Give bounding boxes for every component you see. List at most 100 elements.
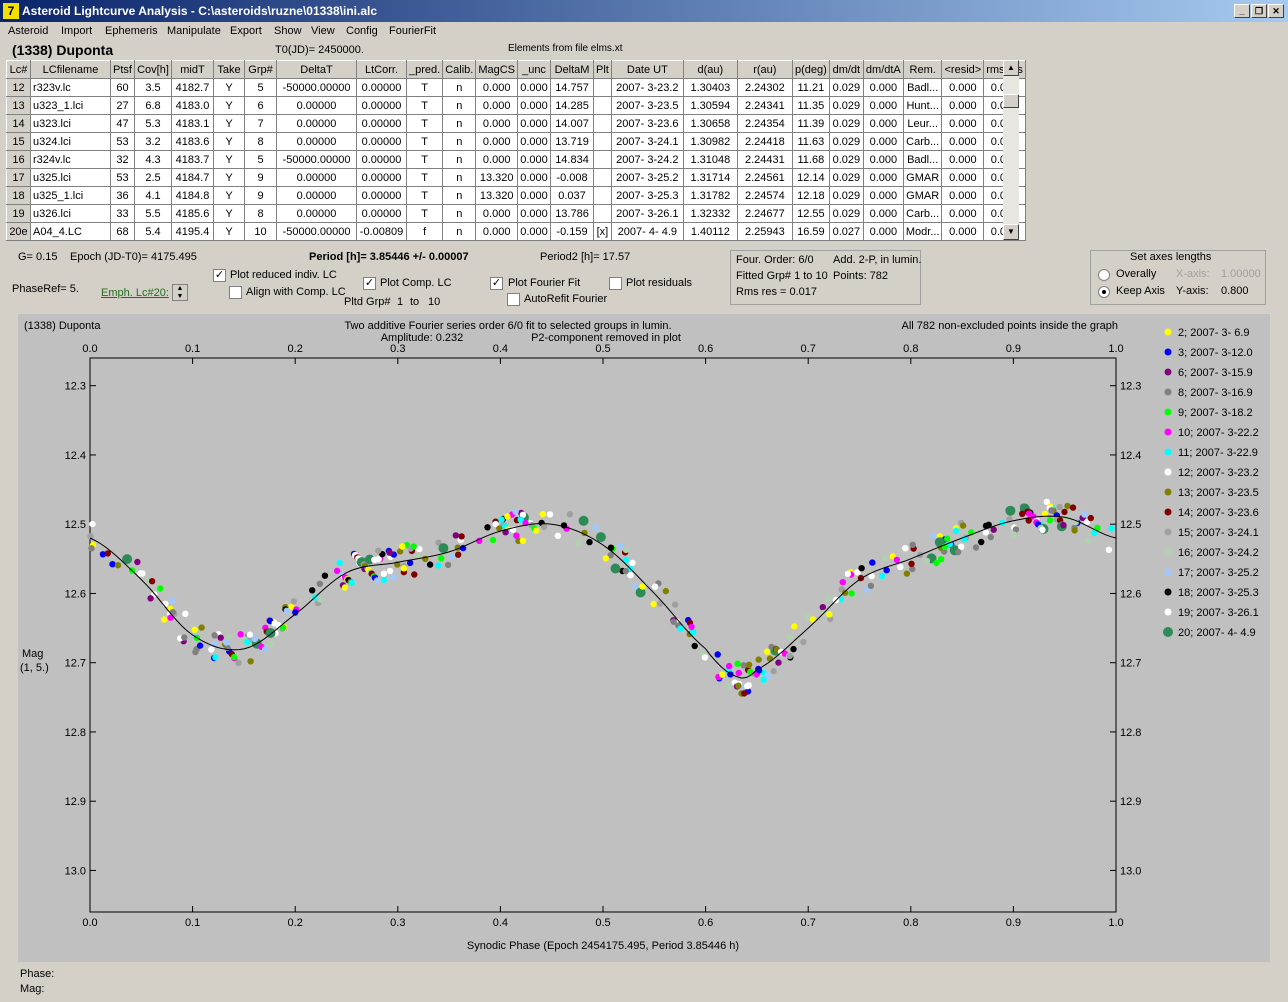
table-cell[interactable]: Y [213, 114, 245, 133]
table-cell[interactable]: Badl... [902, 150, 943, 169]
table-cell[interactable]: 0.00000 [356, 132, 407, 151]
table-cell[interactable]: 0.000 [941, 96, 985, 115]
table-cell[interactable]: 4.1 [134, 186, 172, 205]
table-cell[interactable]: 0.029 [828, 204, 864, 223]
yaxis-value[interactable]: 0.800 [1221, 285, 1249, 297]
table-cell[interactable]: n [442, 222, 477, 241]
table-cell[interactable]: 4184.7 [171, 168, 214, 187]
table-cell[interactable]: 0.00000 [276, 96, 357, 115]
table-cell[interactable]: 1.40112 [682, 222, 738, 241]
table-cell[interactable]: u325.lci [30, 168, 111, 187]
table-cell[interactable]: 13.719 [550, 132, 595, 151]
column-header[interactable]: <resid> [941, 60, 985, 79]
menu-view[interactable]: View [311, 25, 335, 37]
table-cell[interactable]: 1.30594 [682, 96, 738, 115]
table-cell[interactable]: 13 [6, 96, 31, 115]
plot-comp-checkbox[interactable]: ✓ [363, 277, 376, 290]
table-cell[interactable]: -50000.00000 [276, 222, 357, 241]
table-cell[interactable]: 0.00000 [276, 114, 357, 133]
table-cell[interactable]: 4183.6 [171, 132, 214, 151]
column-header[interactable]: Ptsf [110, 60, 135, 79]
emph-lc-link[interactable]: Emph. Lc#20: [101, 287, 169, 299]
column-header[interactable]: p(deg) [791, 60, 830, 79]
table-cell[interactable]: 0.000 [517, 222, 552, 241]
column-header[interactable]: Calib. [442, 60, 477, 79]
minimize-button[interactable]: _ [1234, 4, 1250, 18]
column-header[interactable]: d(au) [682, 60, 738, 79]
table-cell[interactable]: 0.000 [475, 114, 519, 133]
table-cell[interactable]: n [442, 168, 477, 187]
table-cell[interactable]: 2007- 3-23.2 [610, 78, 684, 97]
table-cell[interactable]: 17 [6, 168, 31, 187]
table-cell[interactable]: 9 [244, 168, 277, 187]
autorefit-checkbox[interactable] [507, 293, 520, 306]
table-cell[interactable]: 19 [6, 204, 31, 223]
table-cell[interactable]: 14.757 [550, 78, 595, 97]
table-cell[interactable]: 0.000 [517, 78, 552, 97]
scroll-thumb[interactable] [1003, 94, 1019, 108]
column-header[interactable]: Take [213, 60, 245, 79]
lightcurve-plot[interactable]: (1338) Duponta Two additive Fourier seri… [18, 314, 1270, 962]
table-cell[interactable]: 4183.7 [171, 150, 214, 169]
table-cell[interactable]: 4185.6 [171, 204, 214, 223]
menu-import[interactable]: Import [61, 25, 92, 37]
column-header[interactable]: LCfilename [30, 60, 111, 79]
table-cell[interactable]: 0.00000 [356, 96, 407, 115]
table-cell[interactable]: 2.5 [134, 168, 172, 187]
table-cell[interactable]: 0.000 [862, 78, 904, 97]
menu-ephemeris[interactable]: Ephemeris [105, 25, 158, 37]
table-cell[interactable]: 14 [6, 114, 31, 133]
table-cell[interactable]: 14.007 [550, 114, 595, 133]
table-cell[interactable]: 5 [244, 150, 277, 169]
table-cell[interactable]: 0.000 [862, 132, 904, 151]
table-row[interactable]: 19 u326.lci 33 5.5 4185.6 Y 8 0.00000 0.00000 Tn 0… [6, 204, 1026, 223]
table-cell[interactable]: 0.00000 [276, 186, 357, 205]
table-cell[interactable] [593, 150, 612, 169]
table-cell[interactable]: 1.31714 [682, 168, 738, 187]
column-header[interactable]: dm/dtA [862, 60, 904, 79]
table-cell[interactable]: 0.000 [475, 150, 519, 169]
table-cell[interactable]: 2.24431 [736, 150, 793, 169]
table-cell[interactable]: 1.30658 [682, 114, 738, 133]
table-cell[interactable]: 4.3 [134, 150, 172, 169]
table-cell[interactable]: 2.24354 [736, 114, 793, 133]
table-cell[interactable]: Y [213, 96, 245, 115]
plot-fourier-checkbox[interactable]: ✓ [490, 277, 503, 290]
table-row[interactable]: 16 r324v.lc 32 4.3 4183.7 Y 5 -50000.00000 0.000… [6, 150, 1026, 169]
menu-manipulate[interactable]: Manipulate [167, 25, 221, 37]
table-cell[interactable]: 20e [6, 222, 31, 241]
table-cell[interactable]: 6 [244, 96, 277, 115]
column-header[interactable]: Grp# [244, 60, 277, 79]
table-cell[interactable]: -0.00809 [356, 222, 407, 241]
column-header[interactable]: DeltaM [550, 60, 595, 79]
table-cell[interactable]: T [405, 114, 444, 133]
table-cell[interactable]: n [442, 114, 477, 133]
table-cell[interactable]: 0.000 [517, 114, 552, 133]
table-cell[interactable]: 2007- 4- 4.9 [610, 222, 684, 241]
table-cell[interactable]: 12.55 [791, 204, 830, 223]
table-row[interactable]: 15 u324.lci 53 3.2 4183.6 Y 8 0.00000 0.00000 Tn 0… [6, 132, 1026, 151]
table-cell[interactable]: u323.lci [30, 114, 111, 133]
table-cell[interactable]: 0.00000 [356, 114, 407, 133]
table-cell[interactable]: 0.029 [828, 114, 864, 133]
table-cell[interactable]: n [442, 186, 477, 205]
table-cell[interactable]: 0.000 [941, 186, 985, 205]
table-cell[interactable]: 0.00000 [356, 150, 407, 169]
table-cell[interactable]: 0.000 [517, 96, 552, 115]
menu-asteroid[interactable]: Asteroid [8, 25, 48, 37]
table-cell[interactable]: f [405, 222, 444, 241]
table-cell[interactable]: n [442, 150, 477, 169]
table-cell[interactable]: Y [213, 186, 245, 205]
column-header[interactable]: MagCS [475, 60, 519, 79]
table-cell[interactable]: Badl... [902, 78, 943, 97]
table-cell[interactable] [593, 78, 612, 97]
menu-export[interactable]: Export [230, 25, 262, 37]
table-cell[interactable]: 13.320 [475, 186, 519, 205]
table-cell[interactable]: 12.14 [791, 168, 830, 187]
table-cell[interactable] [593, 168, 612, 187]
table-cell[interactable]: 4183.0 [171, 96, 214, 115]
table-cell[interactable]: 9 [244, 186, 277, 205]
column-header[interactable]: Cov[h] [134, 60, 172, 79]
table-cell[interactable]: 5 [244, 78, 277, 97]
table-cell[interactable]: 32 [110, 150, 135, 169]
